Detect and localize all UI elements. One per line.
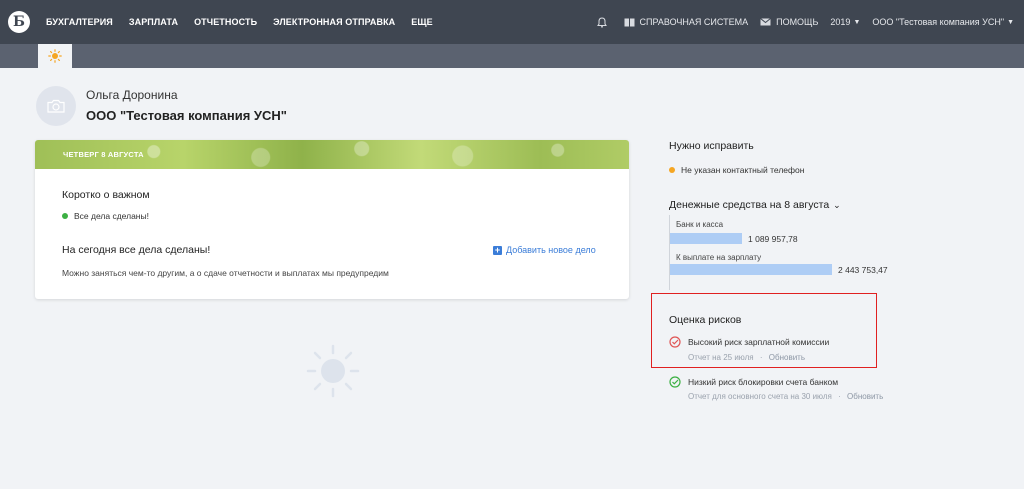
separator: · (759, 353, 763, 362)
nav-item-salary[interactable]: ЗАРПЛАТА (129, 17, 178, 27)
fix-title: Нужно исправить (669, 140, 754, 152)
company-value: ООО "Тестовая компания УСН" (872, 17, 1005, 27)
refresh-link[interactable]: Обновить (847, 392, 883, 401)
user-name: Ольга Доронина (86, 88, 178, 102)
status-text: Все дела сделаны! (74, 211, 149, 221)
help-system-link[interactable]: СПРАВОЧНАЯ СИСТЕМА (624, 17, 749, 27)
card-description: Можно заняться чем-то другим, а о сдаче … (62, 268, 389, 278)
sun-icon (48, 49, 62, 63)
fix-item[interactable]: Не указан контактный телефон (669, 165, 804, 175)
important-title: Коротко о важном (62, 189, 150, 201)
chevron-down-icon: ⌄ (833, 199, 841, 210)
camera-icon (47, 99, 65, 113)
money-chart: Банк и касса 1 089 957,78 К выплате на з… (669, 215, 909, 290)
money-row-value: 1 089 957,78 (748, 234, 798, 244)
avatar[interactable] (36, 86, 76, 126)
mail-icon (760, 18, 771, 26)
add-task-label: Добавить новое дело (506, 245, 596, 255)
year-value: 2019 (830, 17, 851, 27)
status-line: Все дела сделаны! (62, 211, 149, 221)
chevron-down-icon: ▼ (853, 18, 861, 26)
risk-item-low[interactable]: Низкий риск блокировки счета банком (669, 376, 838, 388)
nav-item-reports[interactable]: ОТЧЕТНОСТЬ (194, 17, 257, 27)
risks-title: Оценка рисков (669, 314, 742, 326)
add-task-button[interactable]: + Добавить новое дело (493, 245, 596, 255)
high-risk-check-icon (669, 336, 681, 348)
money-title[interactable]: Денежные средства на 8 августа ⌄ (669, 199, 841, 211)
warning-dot-icon (669, 167, 675, 173)
date-label: ЧЕТВЕРГ 8 АВГУСТА (63, 150, 144, 159)
chevron-down-icon: ▼ (1007, 18, 1014, 26)
status-dot-icon (62, 213, 68, 219)
refresh-link[interactable]: Обновить (769, 353, 805, 362)
money-title-text: Денежные средства на 8 августа (669, 199, 830, 211)
risk-report-line: Отчет для основного счета на 30 июля · О… (688, 392, 883, 401)
risk-item-text: Высокий риск зарплатной комиссии (688, 337, 830, 347)
risk-report-date: Отчет для основного счета на 30 июля (688, 392, 832, 401)
book-icon (624, 18, 635, 26)
year-selector[interactable]: 2019 ▼ (830, 17, 860, 27)
fix-item-text: Не указан контактный телефон (681, 165, 805, 175)
risk-report-date: Отчет на 25 июля (688, 353, 754, 362)
company-title: ООО "Тестовая компания УСН" (86, 108, 287, 123)
top-navigation: Б БУХГАЛТЕРИЯ ЗАРПЛАТА ОТЧЕТНОСТЬ ЭЛЕКТР… (0, 0, 1024, 44)
help-system-label: СПРАВОЧНАЯ СИСТЕМА (639, 17, 749, 27)
nav-item-accounting[interactable]: БУХГАЛТЕРИЯ (46, 17, 113, 27)
today-card: ЧЕТВЕРГ 8 АВГУСТА Коротко о важном Все д… (35, 140, 629, 299)
plus-icon: + (493, 244, 502, 255)
money-row-value: 2 443 753,47 (838, 265, 888, 275)
money-bar (670, 233, 742, 244)
low-risk-check-icon (669, 376, 681, 388)
sun-decoration-icon (306, 344, 360, 398)
main-menu: БУХГАЛТЕРИЯ ЗАРПЛАТА ОТЧЕТНОСТЬ ЭЛЕКТРОН… (46, 0, 449, 44)
help-label: ПОМОЩЬ (776, 17, 819, 27)
sub-navigation (0, 44, 1024, 68)
company-selector[interactable]: ООО "Тестовая компания УСН" ▼ (872, 17, 1014, 27)
notifications-button[interactable] (596, 16, 612, 28)
money-row-label: К выплате на зарплату (676, 253, 762, 262)
help-link[interactable]: ПОМОЩЬ (760, 17, 818, 27)
money-row-label: Банк и касса (676, 220, 724, 229)
separator: · (838, 392, 841, 401)
risk-report-line: Отчет на 25 июля · Обновить (688, 353, 805, 362)
risk-item-text: Низкий риск блокировки счета банком (688, 377, 839, 387)
nav-item-more[interactable]: ЕЩЕ (411, 17, 432, 27)
bell-icon (596, 16, 607, 28)
app-logo[interactable]: Б (8, 11, 30, 33)
money-bar (670, 264, 832, 275)
today-title: На сегодня все дела сделаны! (62, 244, 211, 256)
nav-item-e-submission[interactable]: ЭЛЕКТРОННАЯ ОТПРАВКА (273, 17, 395, 27)
risk-item-high[interactable]: Высокий риск зарплатной комиссии (669, 336, 829, 348)
nav-right-group: СПРАВОЧНАЯ СИСТЕМА ПОМОЩЬ 2019 ▼ ООО "Те… (585, 0, 1014, 44)
date-banner: ЧЕТВЕРГ 8 АВГУСТА (35, 140, 629, 169)
tab-today[interactable] (38, 44, 72, 68)
